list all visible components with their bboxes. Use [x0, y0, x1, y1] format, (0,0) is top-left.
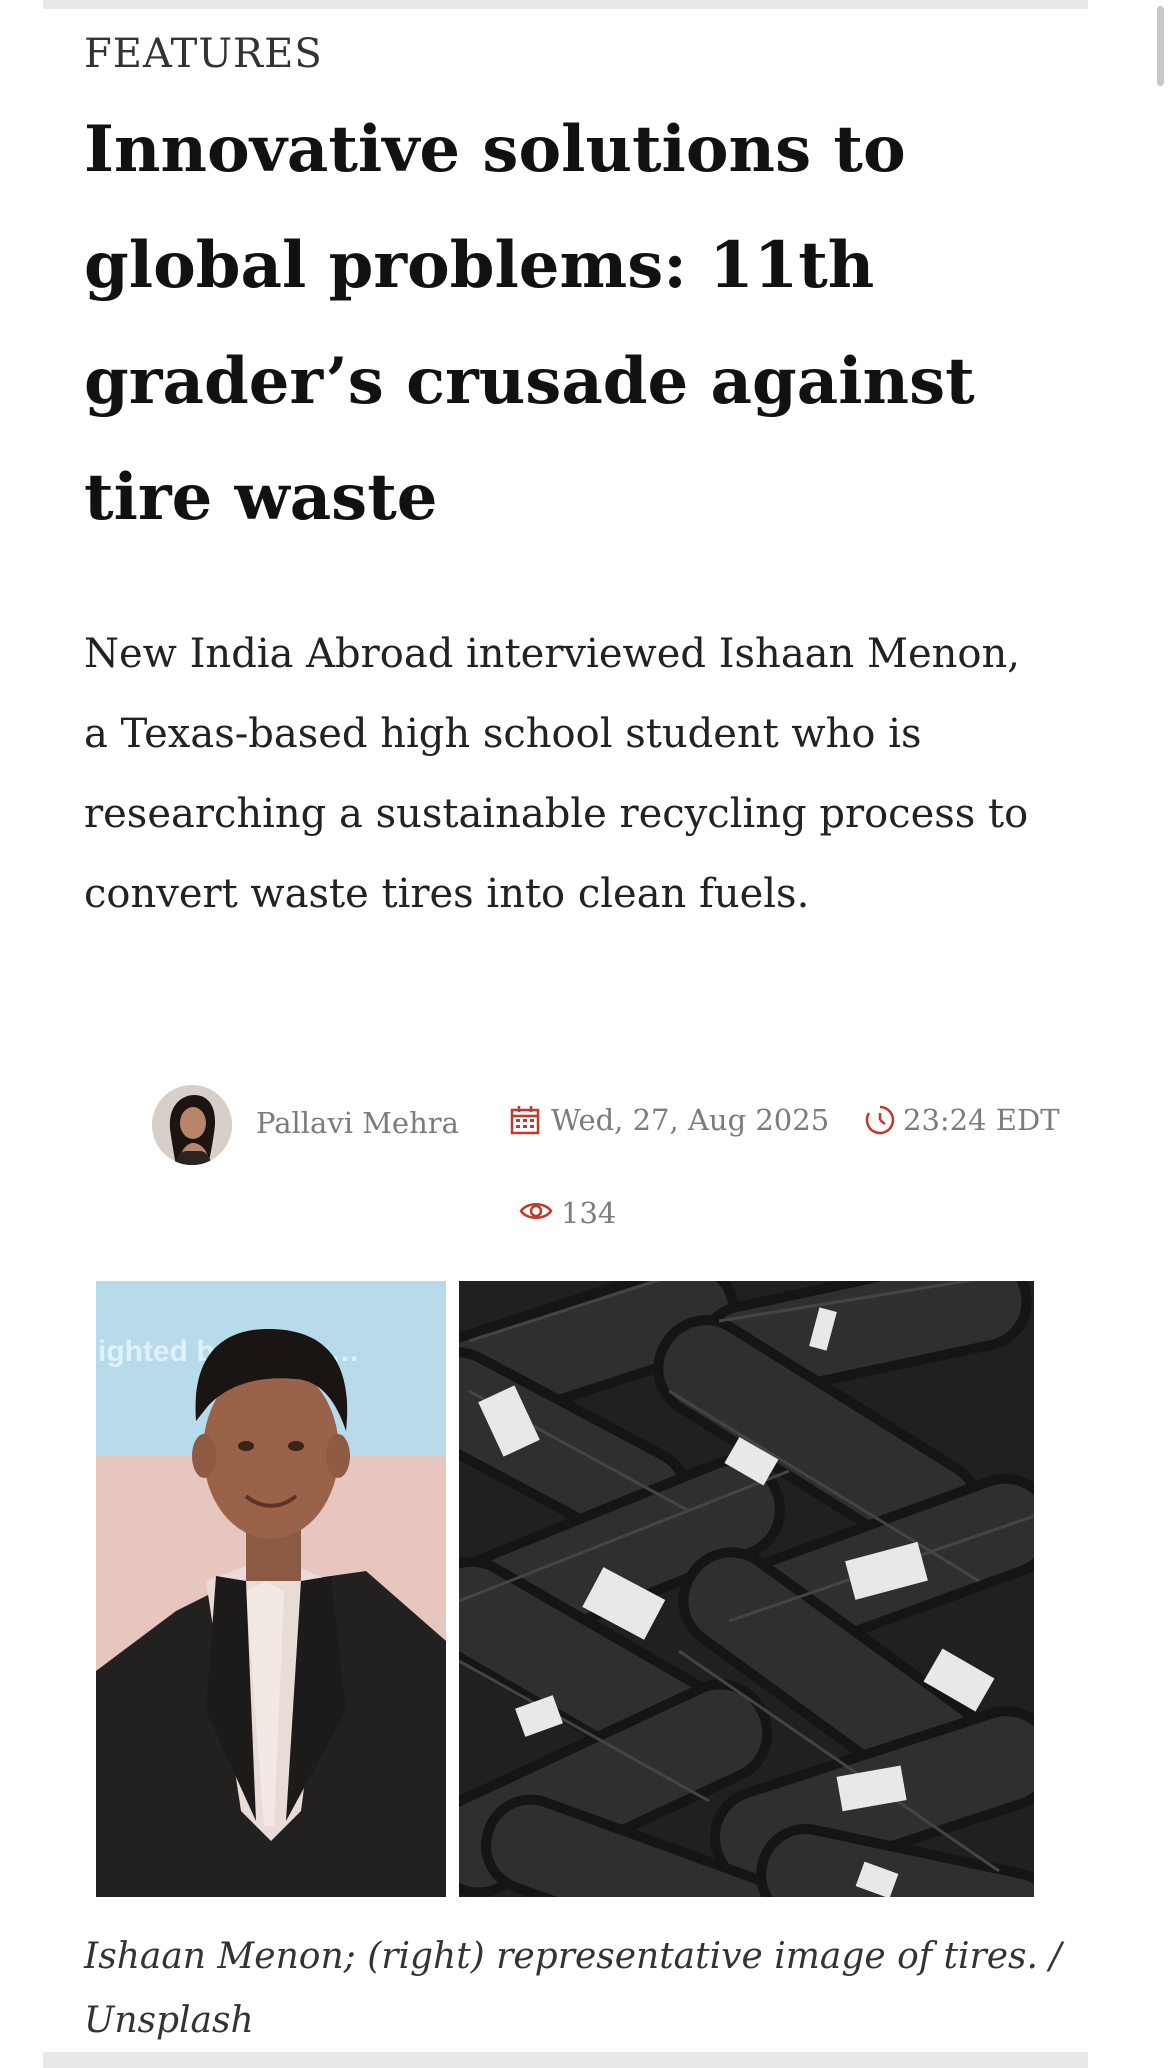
view-count: 134 [561, 1196, 617, 1230]
clock-icon [865, 1105, 895, 1135]
bottom-divider [43, 2052, 1088, 2068]
person-photo-illustration: ighted b… wer a… [96, 1281, 446, 1897]
avatar-image [152, 1085, 232, 1165]
eye-icon [519, 1203, 553, 1219]
section-label[interactable]: FEATURES [84, 28, 323, 80]
article-dek: New India Abroad interviewed Ishaan Meno… [84, 631, 1029, 917]
person-photo[interactable]: ighted b… wer a… [96, 1281, 446, 1897]
publish-date: Wed, 27, Aug 2025 [551, 1103, 830, 1137]
scrollbar[interactable] [1157, 6, 1164, 86]
author-avatar[interactable] [152, 1085, 232, 1165]
article-headline: Innovative solutions to global problems:… [84, 112, 975, 535]
image-caption: Ishaan Menon; (right) representative ima… [84, 1936, 1062, 2041]
calendar-icon [510, 1106, 540, 1135]
tires-photo[interactable] [459, 1281, 1034, 1897]
publish-time: 23:24 EDT [903, 1103, 1060, 1137]
author-name[interactable]: Pallavi Mehra [256, 1103, 459, 1143]
top-divider [43, 0, 1088, 9]
tires-photo-illustration [459, 1281, 1034, 1897]
